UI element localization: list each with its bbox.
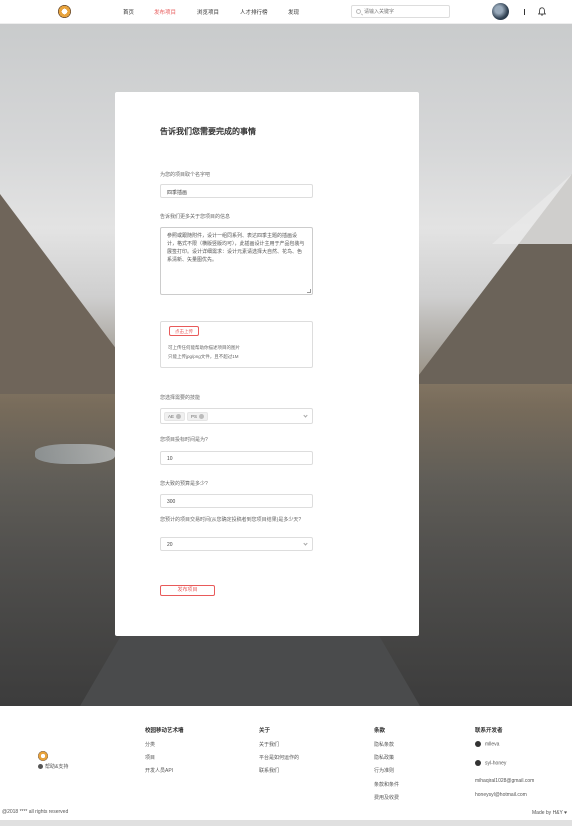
form-title: 告诉我们您需要完成的事情 [160,127,256,136]
search-input[interactable] [364,7,448,16]
footer-link[interactable]: 隐私政策 [374,754,394,761]
upload-hint: 可上传任何能帮助你描述项目的图片 [168,345,240,350]
transaction-time-label: 您预计的项目交易时间(从您确定投稿者到您项目结果)是多少天? [160,517,302,523]
nav-browse-projects[interactable]: 浏览项目 [197,8,219,16]
footer-heading: 条款 [374,728,386,734]
footer-logo [38,751,48,761]
project-description-textarea[interactable]: 参照或跟随附件，设计一组同系列、表达四季主题的插画设计，格式不限（横版竖版均可）… [160,227,313,295]
chevron-down-icon[interactable] [303,541,308,546]
nav-home[interactable]: 首页 [123,8,134,16]
help-icon [38,764,43,770]
submit-button[interactable]: 发布项目 [160,585,215,596]
footer-heading: 联系开发者 [475,728,503,734]
footer-link[interactable]: 项目 [145,754,155,761]
project-description-text: 参照或跟随附件，设计一组同系列、表达四季主题的插画设计，格式不限（横版竖版均可）… [167,233,305,263]
skills-label: 您选择需要的技能 [160,395,201,401]
help-support-link[interactable]: 帮助&支持 [38,763,68,770]
search-box[interactable] [351,5,450,18]
skills-select[interactable]: AE PS [160,408,313,424]
publish-project-form: 告诉我们您需要完成的事情 为您的项目取个名字吧 四季插画 告诉我们更多关于您项目… [115,92,419,636]
project-name-label: 为您的项目取个名字吧 [160,172,211,178]
github-link[interactable]: syl-honey [475,760,506,766]
email-link[interactable]: mihaqiral1028@gmail.com [475,778,534,784]
header-divider [524,9,525,15]
nav-talent-ranking[interactable]: 人才排行榜 [240,8,268,16]
skill-tag: AE [164,412,186,421]
footer-link[interactable]: 联系我们 [259,767,279,774]
nav-publish-project[interactable]: 发布项目 [154,8,176,16]
user-avatar[interactable] [492,3,509,20]
footer-link[interactable]: 隐私条款 [374,741,394,748]
resize-handle-icon[interactable] [307,289,311,293]
upload-area: 点击上传 可上传任何能帮助你描述项目的图片 只能上传jpg/png文件，且不超过… [160,321,313,368]
site-logo[interactable] [58,5,71,18]
footer-link[interactable]: 条款和条件 [374,781,399,788]
footer-heading: 关于 [259,728,271,734]
notification-bell-icon[interactable] [538,7,546,16]
footer-heading: 校园移动艺术墙 [145,728,184,734]
project-name-input[interactable]: 四季插画 [160,184,313,198]
github-icon [475,760,481,766]
project-description-label: 告诉我们更多关于您项目的信息 [160,214,231,220]
bid-duration-input[interactable]: 10 [160,451,313,465]
footer-link[interactable]: 费用及收费 [374,794,399,801]
footer-link[interactable]: 分类 [145,741,155,748]
footer-link[interactable]: 行为准则 [374,767,394,774]
footer-link[interactable]: 关于我们 [259,741,279,748]
budget-label: 您大致的预算是多少? [160,481,208,487]
upload-limit-hint: 只能上传jpg/png文件，且不超过1M [168,354,239,359]
upload-button[interactable]: 点击上传 [169,326,199,336]
github-icon [475,741,481,747]
copyright-text: @2018 **** all rights reserved [2,809,69,815]
chevron-down-icon[interactable] [303,413,308,418]
remove-tag-icon[interactable] [176,414,182,420]
bid-duration-label: 您项目投标时间是为? [160,437,208,443]
budget-input[interactable]: 300 [160,494,313,508]
footer-link[interactable]: 平台是如何运作的 [259,754,299,761]
site-footer: 帮助&支持 校园移动艺术墙 分类 项目 开发人员API 关于 关于我们 平台是如… [0,706,572,826]
top-nav-bar: 首页 发布项目 浏览项目 人才排行榜 发现 [0,0,572,24]
github-link[interactable]: mlleva [475,741,499,747]
search-icon[interactable] [356,9,361,14]
transaction-time-select[interactable]: 20 [160,537,313,551]
horizontal-scrollbar[interactable] [0,820,572,826]
footer-link[interactable]: 开发人员API [145,767,173,774]
email-link[interactable]: honeysyl@hotmail.com [475,792,527,798]
made-by-text: Made by H&Y ♥ [532,810,568,816]
remove-tag-icon[interactable] [199,414,205,420]
nav-discover[interactable]: 发现 [288,8,299,16]
skill-tag: PS [187,412,209,421]
